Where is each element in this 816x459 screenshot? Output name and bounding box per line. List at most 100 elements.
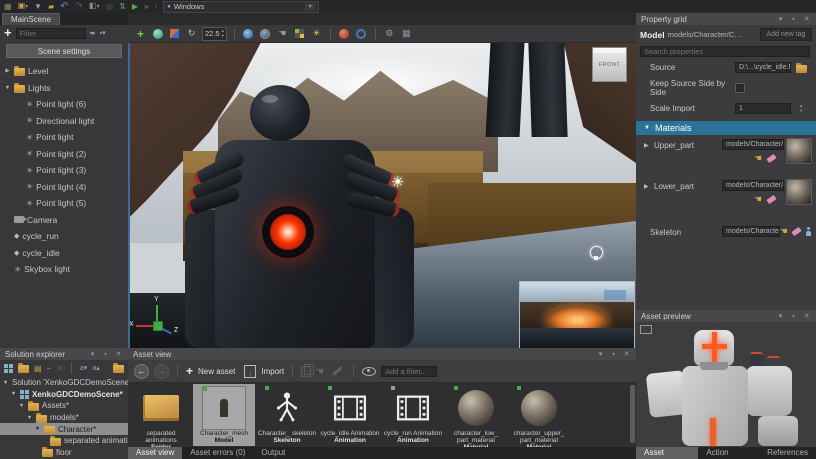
add-entity-button[interactable]: + — [4, 27, 12, 39]
tree-item-point-light-6[interactable]: ☀ Point light (6) ∙ — [0, 96, 128, 113]
translation-gizmo-icon[interactable] — [151, 27, 164, 40]
live-scripting-icon[interactable]: ⇅ — [119, 1, 126, 13]
asset-tile-character-upper-material[interactable]: character_upper_ part_material Material — [508, 384, 570, 446]
picker-hand-icon[interactable]: ☚ — [754, 154, 762, 163]
solution-item-character[interactable]: ▼ Character* — [0, 423, 128, 435]
coordinate-space-icon[interactable] — [242, 27, 255, 40]
edit-tool-icon[interactable]: ◧▾ — [89, 0, 100, 13]
pin-icon[interactable]: ▪ — [789, 14, 798, 25]
clear-eraser-icon[interactable] — [791, 227, 801, 236]
solution-item-solution[interactable]: ▼ Solution 'XenkoGDCDemoScene*' — [0, 377, 128, 389]
close-icon[interactable]: ✕ — [802, 311, 811, 322]
clear-eraser-icon[interactable] — [766, 195, 776, 204]
point-light-gizmo-icon[interactable]: ☀ — [391, 173, 404, 191]
keep-source-checkbox[interactable] — [735, 83, 745, 93]
tab-action-history[interactable]: Action history — [698, 447, 759, 459]
expander-icon[interactable]: ▼ — [644, 125, 650, 131]
close-icon[interactable]: ✕ — [114, 349, 123, 360]
clear-eraser-icon[interactable] — [766, 154, 776, 163]
platform-select[interactable]: ● Windows ▾ — [163, 1, 319, 13]
restart-icon[interactable]: » — [144, 1, 148, 13]
add-folder-icon[interactable] — [18, 365, 29, 373]
add-new-tag-button[interactable]: Add new tag — [760, 28, 812, 41]
play-icon[interactable]: ▶ — [132, 1, 138, 13]
picker-hand-icon[interactable]: ☚ — [754, 195, 762, 204]
navigation-cube[interactable]: FRONT — [592, 47, 627, 82]
tree-item-point-light-5[interactable]: ☀ Point light (5) ∙ — [0, 195, 128, 212]
app-menu-icon[interactable]: ▦ — [4, 1, 12, 13]
preview-display-icon[interactable] — [640, 325, 652, 334]
navigation-preview-icon[interactable] — [355, 27, 368, 40]
solution-item-floor[interactable]: floor — [0, 447, 128, 459]
material-thumbnail[interactable] — [786, 138, 812, 164]
tree-item-skybox-light[interactable]: ☀ Skybox light ∙ — [0, 261, 128, 278]
close-icon[interactable]: ✕ — [802, 14, 811, 25]
tree-item-camera[interactable]: Camera ∙ — [0, 212, 128, 229]
tree-item-lights[interactable]: ▼ Lights ∙ — [0, 80, 128, 97]
property-search-input[interactable] — [640, 46, 810, 57]
forward-button[interactable]: → — [154, 364, 169, 379]
expander-icon[interactable]: ▼ — [2, 380, 9, 386]
tree-item-point-light[interactable]: ☀ Point light ∙ — [0, 129, 128, 146]
tab-asset-view[interactable]: Asset view — [128, 447, 182, 459]
preview-viewport[interactable] — [636, 322, 816, 447]
asset-filter-input[interactable] — [381, 366, 437, 377]
expander-icon[interactable]: ▶ — [644, 142, 649, 149]
tree-item-directional-light[interactable]: ☀ Directional light ∙ — [0, 113, 128, 130]
pin-icon[interactable]: ▪ — [101, 349, 110, 360]
scale-gizmo-icon[interactable] — [168, 27, 181, 40]
expander-icon[interactable]: ▼ — [4, 85, 11, 91]
skeleton-picker-icon[interactable] — [805, 227, 812, 236]
picker-hand-icon[interactable]: ☚ — [780, 227, 788, 236]
scale-import-field[interactable]: 1 — [735, 103, 791, 114]
snap-spinner[interactable]: ▴▾ — [222, 29, 224, 38]
import-icon[interactable]: ↓ — [244, 365, 256, 378]
asset-tile-character-mesh[interactable]: Character_mesh Model — [193, 384, 255, 446]
tree-item-cycle-idle[interactable]: ◆ cycle_idle ∙ — [0, 245, 128, 262]
redo-icon[interactable]: ↷ — [75, 1, 83, 13]
browse-folder-icon[interactable] — [796, 65, 807, 73]
pin-icon[interactable]: ▪ — [789, 311, 798, 322]
close-icon[interactable]: ✕ — [622, 349, 631, 360]
scale-spinner[interactable]: ▴▾ — [800, 104, 802, 113]
expander-icon[interactable]: ▼ — [18, 403, 25, 409]
open-project-icon[interactable]: ▣▾ — [18, 0, 29, 13]
dock-menu-icon[interactable]: ▾ — [596, 349, 605, 360]
dock-menu-icon[interactable]: ▾ — [88, 349, 97, 360]
remove-icon[interactable]: − — [47, 364, 52, 373]
add-entity-icon[interactable]: + — [134, 27, 147, 40]
asset-tile-character-low-material[interactable]: character_low_ part_material Material — [445, 384, 507, 446]
solution-item-project[interactable]: ▼ XenkoGDCDemoScene* — [0, 389, 128, 401]
tab-asset-errors[interactable]: Asset errors (0) — [182, 447, 253, 459]
platform-select-arrow-icon[interactable]: ▾ — [305, 3, 315, 10]
asset-tile-separated-animations[interactable]: separated animations Folder — [130, 384, 192, 446]
tree-item-point-light-3[interactable]: ☀ Point light (3) ∙ — [0, 162, 128, 179]
project-icon[interactable] — [4, 364, 13, 373]
skeleton-value-field[interactable]: models/Character/Cha — [722, 226, 780, 237]
scene-settings-button[interactable]: Scene settings — [6, 44, 122, 58]
dock-menu-icon[interactable]: ▾ — [776, 311, 785, 322]
tab-asset-preview[interactable]: Asset preview — [636, 447, 698, 459]
pin-icon[interactable]: ▪ — [609, 349, 618, 360]
camera-speed-icon[interactable]: ▦ — [400, 27, 413, 40]
dock-menu-icon[interactable]: ▾ — [776, 14, 785, 25]
rotation-gizmo-icon[interactable]: ↻ — [185, 27, 198, 40]
new-asset-button[interactable]: New asset — [198, 367, 235, 376]
tab-output[interactable]: Output — [253, 447, 293, 459]
undo-icon[interactable]: ↶ — [60, 1, 68, 13]
sort-alpha-icon[interactable]: a▾ — [80, 364, 87, 372]
hierarchy-filter-input[interactable] — [16, 28, 86, 39]
asset-tile-character-skeleton[interactable]: Character_ skeleton Skeleton — [256, 384, 318, 446]
expander-icon[interactable]: ▼ — [34, 426, 41, 432]
source-value-field[interactable]: D:\...\cycle_idle.FBX — [735, 62, 791, 73]
asset-tile-cycle-idle[interactable]: cycle_idle Animation Animation — [319, 384, 381, 446]
tree-item-cycle-run[interactable]: ◆ cycle_run ∙ — [0, 228, 128, 245]
asset-tile-cycle-run[interactable]: cycle_run Animation Animation — [382, 384, 444, 446]
import-button[interactable]: Import — [261, 367, 284, 376]
asset-grid-scrollbar[interactable] — [630, 385, 635, 443]
tab-references[interactable]: References — [759, 447, 816, 459]
snap-grid-icon[interactable] — [293, 27, 306, 40]
material-value-field[interactable]: models/Character/cha — [722, 180, 784, 191]
sort-type-icon[interactable]: a▴ — [92, 364, 99, 372]
rotation-snap-input[interactable]: 22.5 ▴▾ — [202, 27, 227, 41]
